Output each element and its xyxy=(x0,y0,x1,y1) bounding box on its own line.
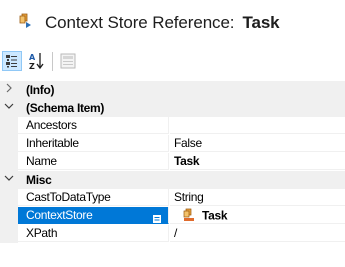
property-name[interactable]: Ancestors xyxy=(18,117,169,134)
page-title-name: Task xyxy=(242,13,280,32)
property-grid-toolbar: A Z xyxy=(0,46,345,77)
svg-text:Z: Z xyxy=(29,62,35,71)
alphabetical-button[interactable]: A Z xyxy=(27,51,47,71)
property-row-xpath[interactable]: XPath / xyxy=(0,225,345,243)
category-label: (Info) xyxy=(26,83,55,97)
property-name[interactable]: CastToDataType xyxy=(18,189,169,206)
property-value[interactable] xyxy=(170,117,345,134)
page-title: Context Store Reference: Task xyxy=(45,13,280,33)
property-value[interactable]: False xyxy=(170,135,345,152)
category-label: (Schema Item) xyxy=(26,101,105,115)
property-name[interactable]: ContextStore xyxy=(18,207,169,224)
property-row-contextstore[interactable]: ContextStore Task xyxy=(0,207,345,225)
property-pages-icon xyxy=(58,53,78,75)
property-value[interactable]: String xyxy=(170,189,345,206)
context-store-reference-icon xyxy=(17,13,33,29)
context-store-icon xyxy=(182,208,196,222)
header: Context Store Reference: Task xyxy=(0,0,345,46)
categorized-icon xyxy=(3,55,21,74)
property-value-text: Task xyxy=(202,208,228,223)
chevron-right-icon[interactable] xyxy=(0,81,18,99)
property-name[interactable]: Inheritable xyxy=(18,135,169,152)
category-row-misc[interactable]: Misc xyxy=(0,171,345,189)
property-name-text: ContextStore xyxy=(26,208,93,222)
property-row-casttodatatype[interactable]: CastToDataType String xyxy=(0,189,345,207)
category-row-schema-item[interactable]: (Schema Item) xyxy=(0,99,345,117)
property-value[interactable]: Task xyxy=(170,153,345,170)
property-grid: (Info) (Schema Item) Ancestors Inheritab… xyxy=(0,81,345,243)
chevron-down-icon[interactable] xyxy=(0,171,18,189)
property-name[interactable]: Name xyxy=(18,153,169,170)
property-row-inheritable[interactable]: Inheritable False xyxy=(0,135,345,153)
property-value[interactable]: Task xyxy=(170,207,345,224)
property-value[interactable]: / xyxy=(170,225,345,242)
property-row-ancestors[interactable]: Ancestors xyxy=(0,117,345,135)
categorized-button[interactable] xyxy=(2,51,22,71)
svg-text:A: A xyxy=(29,53,36,62)
property-pages-button[interactable] xyxy=(58,51,78,71)
dropdown-indicator-icon[interactable] xyxy=(153,211,161,223)
chevron-down-icon[interactable] xyxy=(0,99,18,117)
toolbar-separator xyxy=(52,52,53,71)
property-row-name[interactable]: Name Task xyxy=(0,153,345,171)
category-row-info[interactable]: (Info) xyxy=(0,81,345,99)
page-title-prefix: Context Store Reference: xyxy=(45,13,235,32)
alphabetical-sort-icon: A Z xyxy=(27,53,47,75)
property-name[interactable]: XPath xyxy=(18,225,169,242)
category-label: Misc xyxy=(26,173,52,187)
